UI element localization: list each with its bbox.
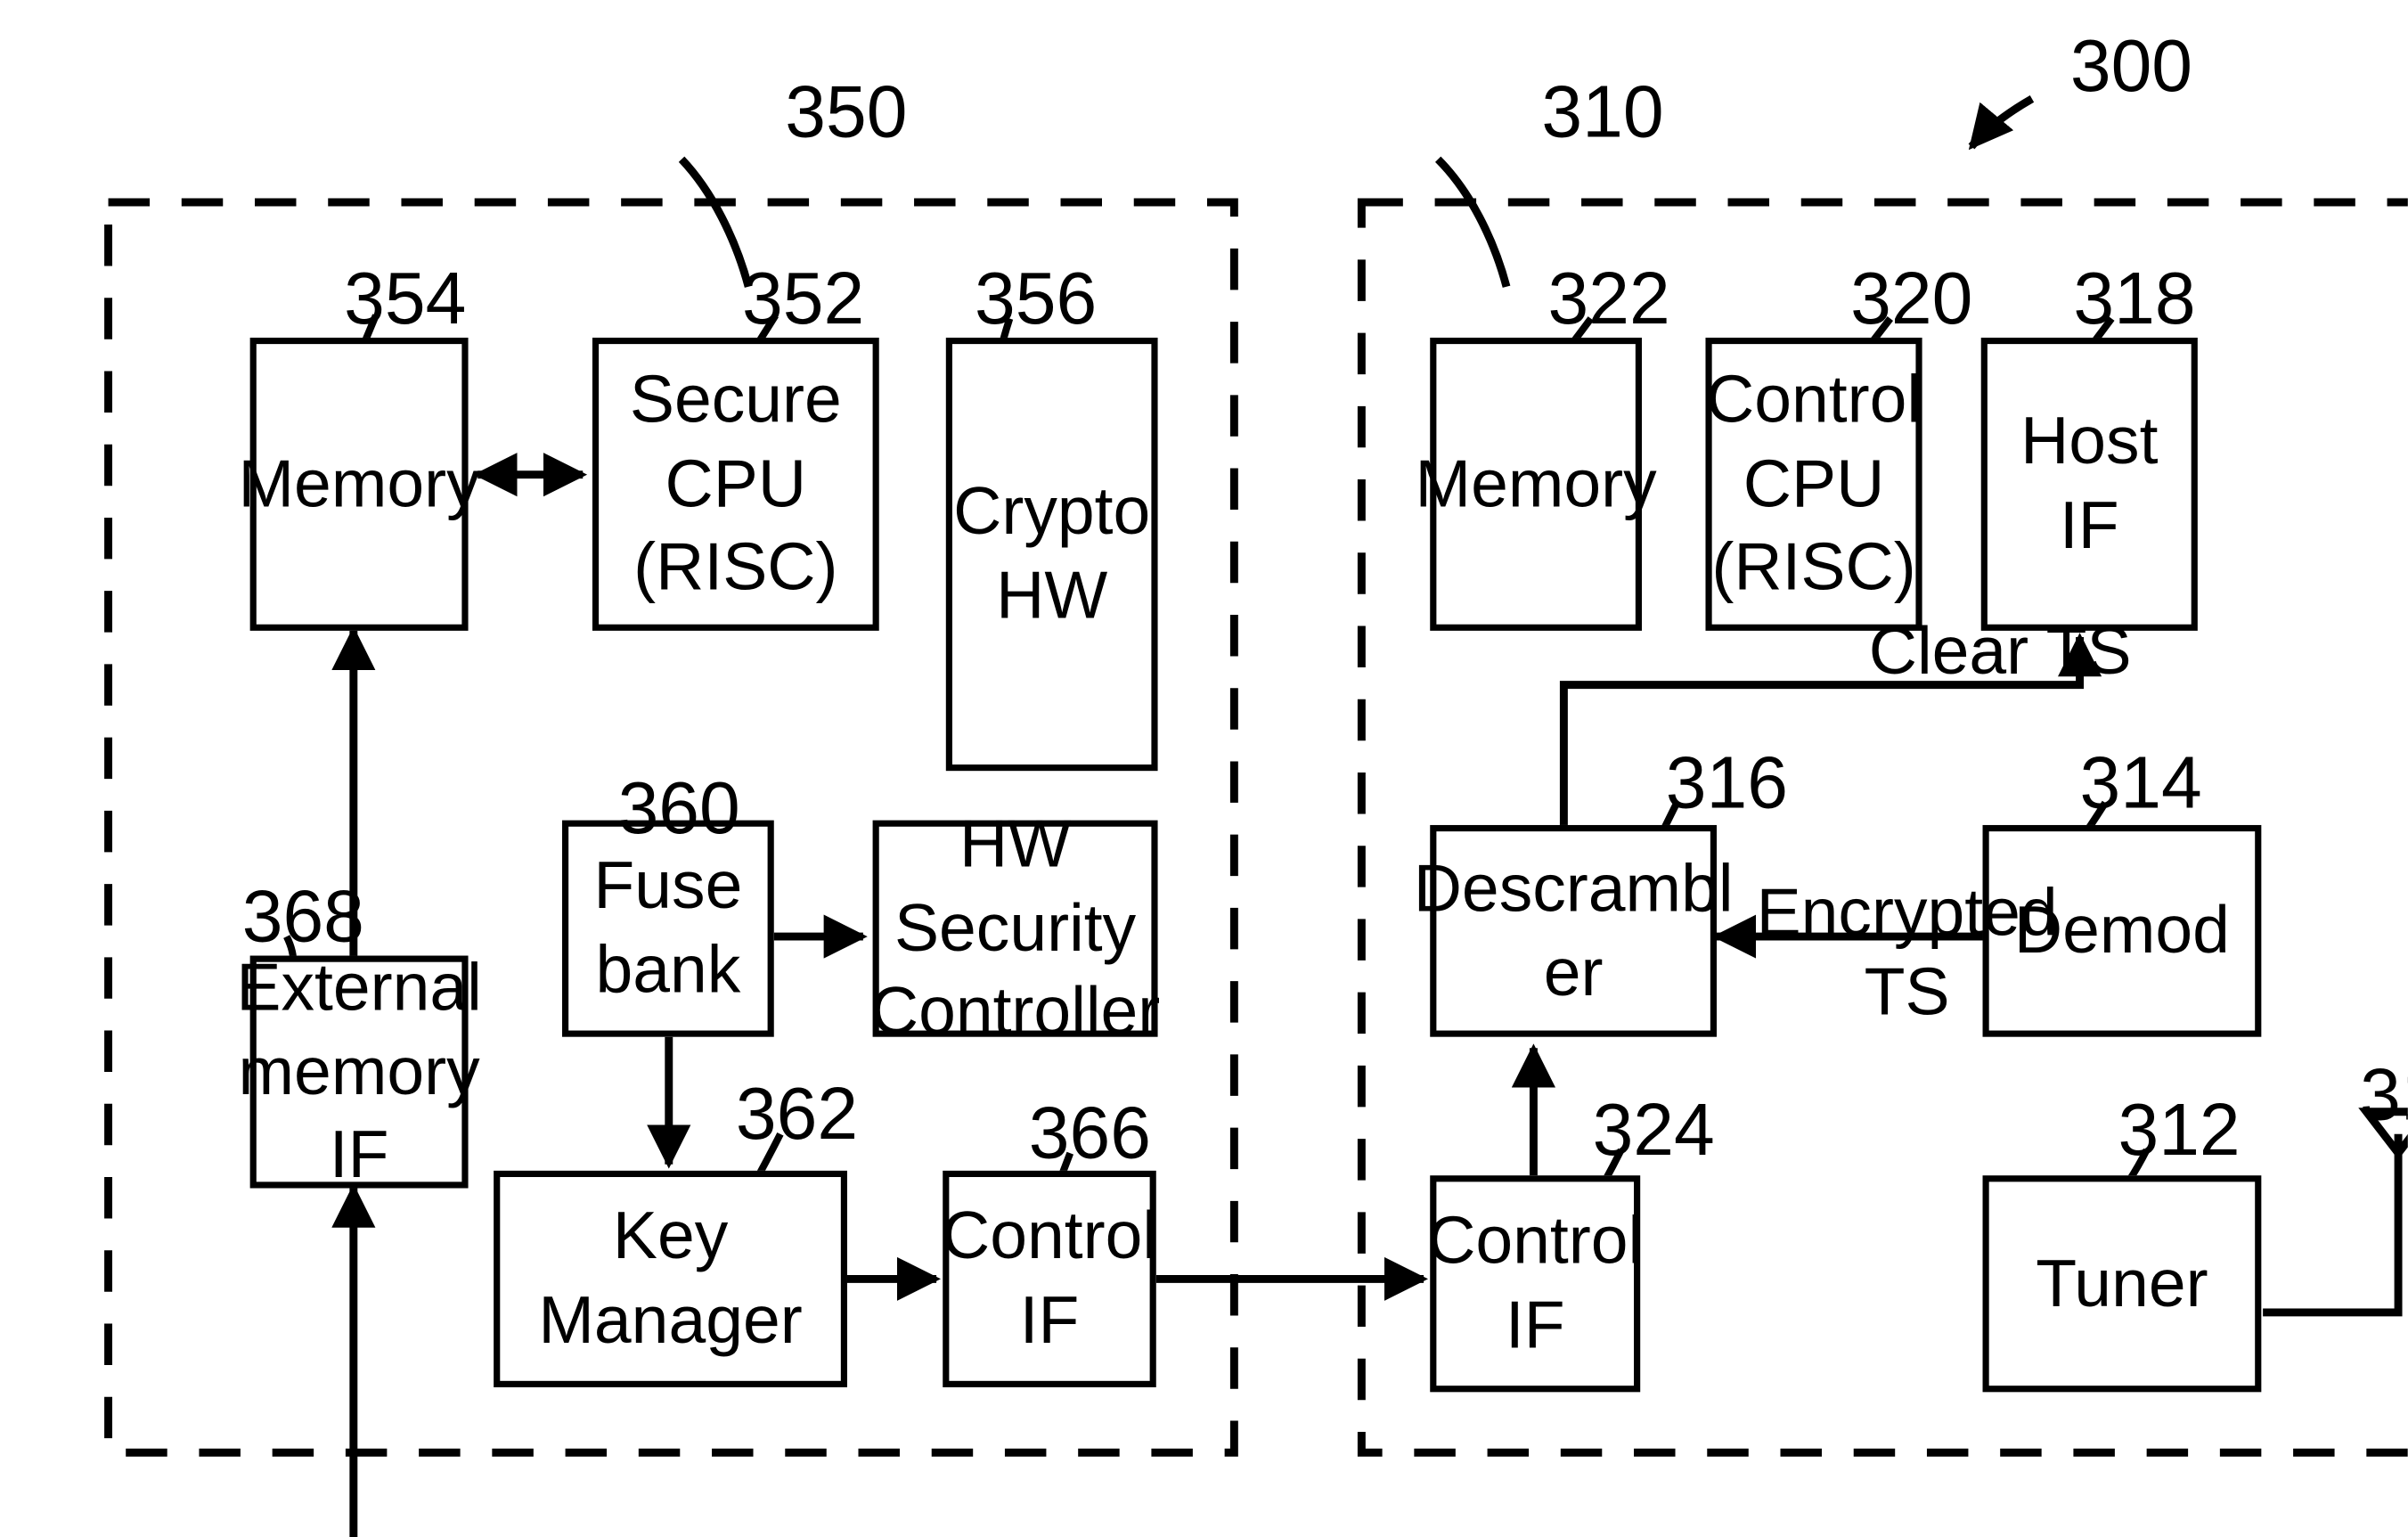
- ref-350: 350: [785, 69, 908, 153]
- label-clear-ts: Clear TS: [1868, 613, 2132, 689]
- block-control-cpu-320[interactable]: Control CPU (RISC): [1705, 337, 1922, 631]
- ref-320: 320: [1850, 256, 1973, 339]
- ref-366: 366: [1028, 1091, 1151, 1174]
- block-host-if-318[interactable]: Host IF: [1980, 337, 2198, 631]
- ref-314: 314: [2079, 740, 2202, 824]
- patent-figure-300: 300 350 310 354 352 356 368 360 362 366 …: [0, 0, 2408, 1537]
- ref-352: 352: [742, 256, 865, 339]
- leader-350: [678, 156, 753, 288]
- block-secure-cpu-352[interactable]: Secure CPU (RISC): [592, 337, 879, 631]
- block-key-manager-362[interactable]: Key Manager: [494, 1170, 847, 1387]
- ref-354: 354: [344, 256, 467, 339]
- block-control-if-366[interactable]: Control IF: [942, 1170, 1157, 1387]
- leader-300-arrow: [1968, 94, 2035, 151]
- ref-324: 324: [1592, 1087, 1715, 1171]
- ref-310: 310: [1541, 69, 1664, 153]
- ref-312: 312: [2118, 1087, 2241, 1171]
- ref-318: 318: [2073, 256, 2196, 339]
- block-control-if-324[interactable]: Control IF: [1427, 1175, 1643, 1393]
- block-tuner-312[interactable]: Tuner: [1982, 1175, 2262, 1393]
- label-encrypted-ts: Encrypted TS: [1756, 874, 2058, 1030]
- ref-316: 316: [1665, 740, 1788, 824]
- leader-310: [1435, 156, 1511, 288]
- block-memory-322[interactable]: Memory: [1416, 337, 1657, 631]
- ref-356: 356: [974, 256, 1098, 339]
- ref-300: 300: [2069, 23, 2193, 107]
- ref-311: 311: [2360, 1052, 2408, 1136]
- block-hw-security-controller[interactable]: HW Security Controller: [870, 805, 1160, 1049]
- block-descrambler-316[interactable]: Descrambl er: [1414, 824, 1734, 1037]
- ref-362: 362: [735, 1072, 859, 1155]
- link-tuner-antenna: [2263, 1133, 2403, 1317]
- ref-322: 322: [1547, 256, 1670, 339]
- block-memory-354[interactable]: Memory: [239, 337, 480, 631]
- ref-360: 360: [617, 765, 740, 849]
- block-fuse-bank-360[interactable]: Fuse bank: [562, 820, 774, 1037]
- ref-368: 368: [241, 874, 364, 958]
- block-crypto-hw-356[interactable]: Crypto HW: [945, 337, 1158, 772]
- block-external-memory-if-368[interactable]: External memory IF: [236, 949, 481, 1192]
